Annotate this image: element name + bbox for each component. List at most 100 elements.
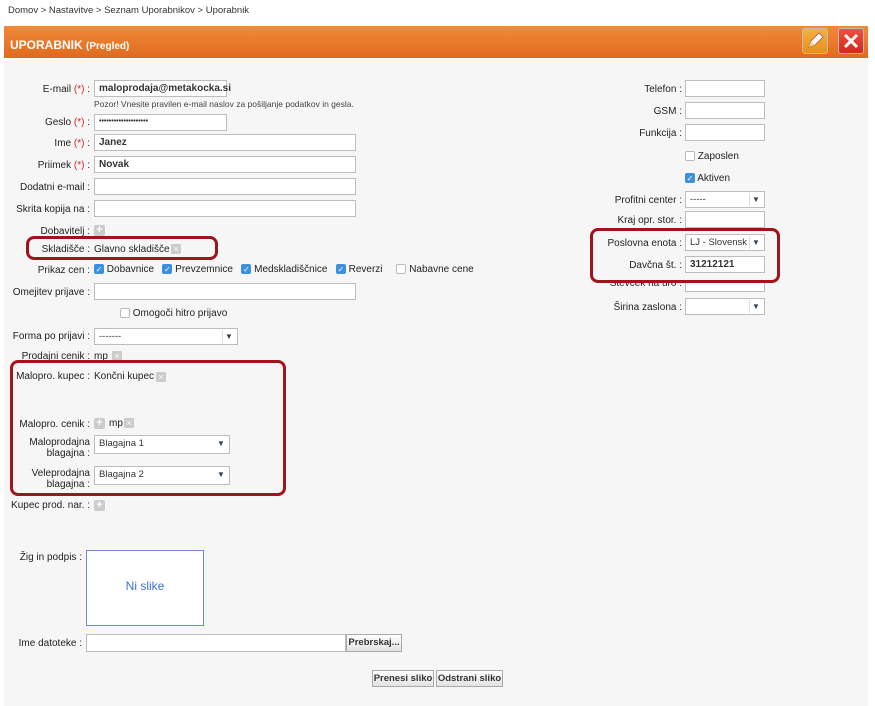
kupec-prod-nar-add-icon[interactable]: + (94, 500, 105, 511)
chevron-down-icon: ▼ (749, 300, 762, 313)
no-image-text: Ni slike (125, 579, 165, 593)
skrita-kopija-input[interactable] (94, 200, 356, 217)
checkbox-reverzi[interactable]: ✓ (335, 264, 346, 275)
email-label: E-mail (*) : (42, 84, 90, 95)
sirina-zaslona-label: Širina zaslona : (613, 302, 682, 313)
email-input[interactable]: maloprodaja@metakocka.si (94, 80, 231, 97)
aktiven-option[interactable]: ✓ Aktiven (685, 173, 730, 184)
omejitev-label: Omejitev prijave : (12, 287, 90, 298)
edit-button[interactable] (802, 28, 828, 54)
omogoci-hitro-prijavo[interactable]: Omogoči hitro prijavo (120, 308, 227, 319)
sirina-zaslona-select[interactable]: ▼ (685, 298, 765, 315)
browse-button[interactable]: Prebrskaj... (346, 634, 402, 652)
gsm-input[interactable] (685, 102, 765, 119)
telefon-input[interactable] (685, 80, 765, 97)
geslo-label: Geslo (*) : (44, 117, 90, 128)
checkbox-prevzemnice[interactable]: ✓ (162, 264, 173, 275)
veleprodajna-blagajna-select[interactable]: Blagajna 2 ▼ (94, 466, 230, 485)
ime-input[interactable]: Janez (94, 134, 356, 151)
required-mark: (*) (73, 160, 85, 171)
zaposlen-option[interactable]: Zaposlen (685, 151, 739, 162)
password-input[interactable]: •••••••••••••••••••• (94, 114, 227, 131)
poslovna-enota-select[interactable]: LJ - Slovensk ▼ (685, 234, 765, 251)
option-label: Omogoči hitro prijavo (132, 308, 228, 319)
chevron-down-icon: ▼ (217, 439, 225, 448)
davcna-label: Davčna št. : (629, 260, 682, 271)
dobavitelj-add-icon[interactable]: + (94, 225, 105, 236)
checkbox-medskladiscnice[interactable]: ✓ (241, 264, 252, 275)
malopro-kupec-value: Končni kupec (94, 371, 155, 382)
maloprodajna-blagajna-label: Maloprodajna blagajna : (0, 437, 90, 459)
kraj-input[interactable] (685, 211, 765, 228)
dodatni-email-label: Dodatni e-mail : (19, 182, 90, 193)
select-value: Blagajna 1 (99, 438, 144, 449)
malopro-cenik-add-icon[interactable]: + (94, 418, 105, 429)
page-title: UPORABNIK (Pregled) (10, 38, 129, 52)
malopro-cenik-value: mp (109, 418, 123, 429)
option-label: Aktiven (697, 173, 731, 184)
file-name-input[interactable] (86, 634, 346, 652)
chevron-down-icon: ▼ (749, 236, 762, 249)
kupec-prod-nar-label: Kupec prod. nar. : (11, 500, 90, 511)
select-value: ----- (690, 194, 706, 205)
breadcrumb[interactable]: Domov > Nastavitve > Seznam Uporabnikov … (8, 5, 249, 16)
ime-label: Ime (*) : (54, 138, 90, 149)
page-title-text: UPORABNIK (10, 38, 83, 52)
chevron-down-icon: ▼ (749, 193, 762, 206)
upload-image-button[interactable]: Prenesi sliko (372, 670, 434, 687)
required-mark: (*) (73, 117, 85, 128)
telefon-label: Telefon : (644, 84, 682, 95)
option-label: Medskladiščnice (254, 264, 328, 275)
plus-icon: + (94, 500, 105, 511)
maloprodajna-blagajna-select[interactable]: Blagajna 1 ▼ (94, 435, 230, 454)
malopro-cenik-remove-icon[interactable]: × (124, 418, 134, 429)
veleprodajna-blagajna-label: Veleprodajna blagajna : (0, 468, 90, 490)
kraj-label: Kraj opr. stor. : (617, 215, 682, 226)
priimek-label: Priimek (*) : (37, 160, 90, 171)
select-value: Blagajna 2 (99, 469, 144, 480)
malopro-cenik-label: Malopro. cenik : (19, 419, 90, 430)
forma-select[interactable]: ------- ▼ (94, 328, 238, 345)
davcna-input[interactable]: 31212121 (685, 256, 765, 273)
poslovna-enota-label: Poslovna enota : (607, 238, 683, 249)
omejitev-input[interactable] (94, 283, 356, 300)
chevron-down-icon: ▼ (217, 470, 225, 479)
checkbox-zaposlen[interactable] (685, 151, 695, 162)
checkbox-dobavnice[interactable]: ✓ (94, 264, 104, 275)
forma-label: Forma po prijavi : (12, 331, 90, 342)
checkbox-nabavne-cene[interactable] (396, 264, 407, 275)
option-label: Dobavnice (106, 264, 155, 275)
label-line: blagajna : (46, 448, 90, 459)
priimek-input[interactable]: Novak (94, 156, 356, 173)
priimek-label-text: Priimek (37, 160, 72, 171)
option-label: Reverzi (348, 264, 383, 275)
option-label: Nabavne cene (409, 264, 474, 275)
image-placeholder: Ni slike (86, 550, 204, 626)
checkbox-omogoci[interactable] (120, 308, 130, 319)
prikaz-cen-options: ✓ Dobavnice ✓ Prevzemnice ✓ Medskladiščn… (94, 264, 474, 275)
geslo-label-text: Geslo (44, 117, 72, 128)
required-mark: (*) (73, 138, 85, 149)
close-icon: × (124, 418, 134, 429)
label-line: blagajna : (46, 479, 90, 490)
plus-icon: + (94, 418, 105, 429)
skladisce-label: Skladišče : (41, 244, 90, 255)
forma-select-value: ------- (99, 331, 122, 342)
dodatni-email-input[interactable] (94, 178, 356, 195)
checkbox-aktiven[interactable]: ✓ (685, 173, 695, 184)
gsm-label: GSM : (653, 106, 682, 117)
pencil-icon (808, 32, 824, 48)
close-button[interactable] (838, 28, 864, 54)
page-subtitle: (Pregled) (86, 41, 130, 52)
skladisce-remove-icon[interactable]: × (171, 244, 181, 255)
funkcija-input[interactable] (685, 124, 765, 141)
malopro-kupec-remove-icon[interactable]: × (156, 372, 166, 383)
close-icon: × (156, 372, 166, 383)
option-label: Zaposlen (697, 151, 739, 162)
profitni-center-select[interactable]: ----- ▼ (685, 191, 765, 208)
remove-image-button[interactable]: Odstrani sliko (436, 670, 503, 687)
close-icon: × (171, 244, 181, 255)
label-line: Veleprodajna (31, 468, 90, 479)
funkcija-label: Funkcija : (639, 128, 682, 139)
malopro-kupec-label: Malopro. kupec : (16, 371, 90, 382)
